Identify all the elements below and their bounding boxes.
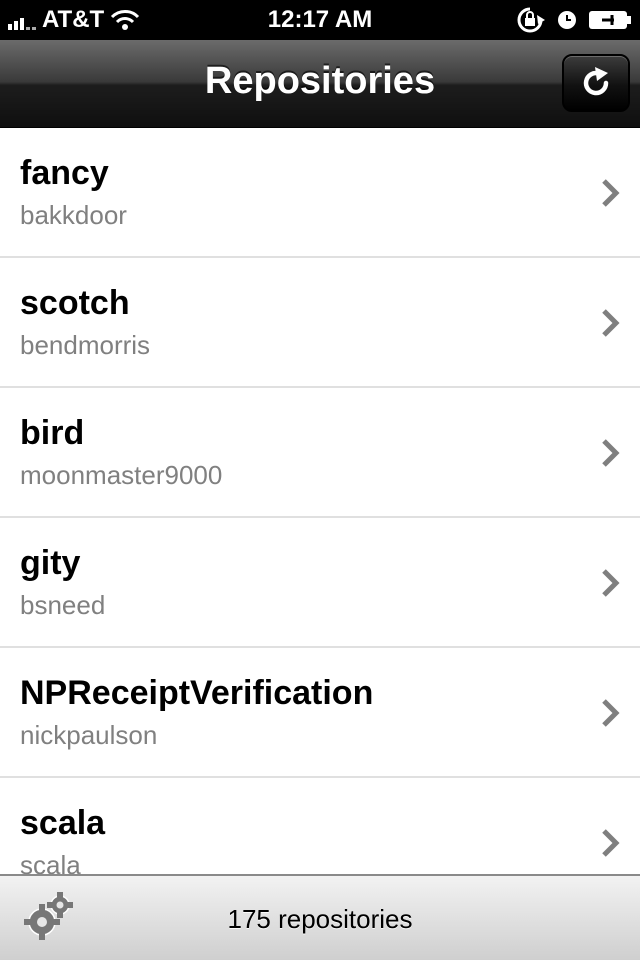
chevron-right-icon bbox=[602, 179, 620, 207]
repository-count: 175 repositories bbox=[227, 904, 413, 934]
list-item[interactable]: scala scala bbox=[0, 778, 640, 874]
repo-name: scala bbox=[20, 804, 106, 842]
navigation-bar: Repositories bbox=[0, 40, 640, 128]
repo-name: gity bbox=[20, 544, 81, 582]
repo-owner: moonmaster9000 bbox=[20, 460, 223, 490]
chevron-right-icon bbox=[602, 309, 620, 337]
repo-owner: bsneed bbox=[20, 590, 106, 620]
repo-name: NPReceiptVerification bbox=[20, 674, 374, 712]
chevron-right-icon bbox=[602, 829, 620, 857]
rotation-lock-icon bbox=[517, 7, 545, 33]
chevron-right-icon bbox=[602, 699, 620, 727]
chevron-right-icon bbox=[602, 439, 620, 467]
list-item[interactable]: NPReceiptVerification nickpaulson bbox=[0, 648, 640, 778]
repo-owner: bakkdoor bbox=[20, 200, 127, 230]
repo-owner: bendmorris bbox=[20, 330, 151, 360]
alarm-icon bbox=[558, 11, 576, 29]
repo-owner: scala bbox=[20, 850, 81, 874]
list-item[interactable]: scotch bendmorris bbox=[0, 258, 640, 388]
chevron-right-icon bbox=[602, 569, 620, 597]
bottom-toolbar: 175 repositories bbox=[0, 874, 640, 960]
refresh-icon bbox=[583, 67, 609, 96]
carrier-label: AT&T bbox=[42, 6, 105, 33]
refresh-button[interactable] bbox=[562, 54, 630, 112]
repo-owner: nickpaulson bbox=[20, 720, 158, 750]
repository-list: fancy bakkdoor scotch bendmorris bird mo… bbox=[0, 128, 640, 874]
signal-icon bbox=[8, 10, 36, 30]
status-right bbox=[514, 6, 632, 34]
list-item[interactable]: gity bsneed bbox=[0, 518, 640, 648]
repo-name: scotch bbox=[20, 284, 130, 322]
status-left: AT&T bbox=[8, 6, 140, 34]
page-title: Repositories bbox=[204, 60, 436, 102]
wifi-icon bbox=[111, 10, 140, 30]
battery-icon bbox=[589, 11, 631, 29]
list-item[interactable]: bird moonmaster9000 bbox=[0, 388, 640, 518]
repo-name: bird bbox=[20, 414, 85, 452]
status-bar: AT&T 12:17 AM bbox=[0, 0, 640, 40]
list-item[interactable]: fancy bakkdoor bbox=[0, 128, 640, 258]
repo-name: fancy bbox=[20, 154, 109, 192]
